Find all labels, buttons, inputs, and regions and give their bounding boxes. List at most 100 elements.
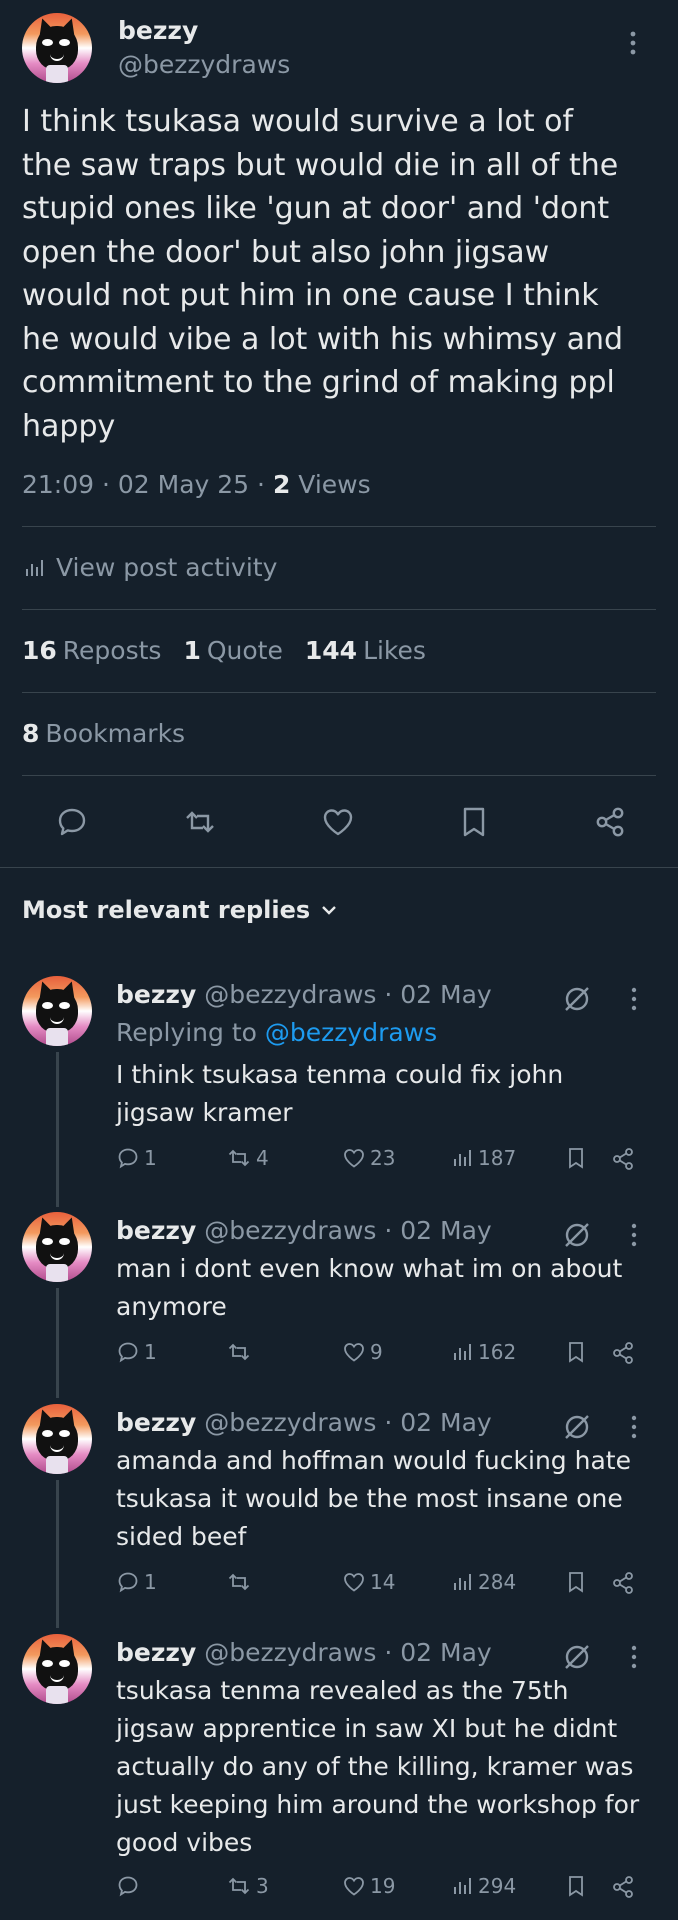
avatar[interactable] — [22, 13, 92, 83]
reply-icon — [118, 1876, 138, 1897]
analytics-icon — [454, 1344, 471, 1360]
view-post-activity-link[interactable]: View post activity — [22, 553, 277, 582]
like-count[interactable]: 14 — [342, 1570, 395, 1594]
post-text: I think tsukasa would survive a lot of t… — [22, 100, 656, 448]
like-count[interactable]: 23 — [342, 1146, 395, 1170]
reply-icon — [118, 1342, 138, 1363]
analytics-icon — [454, 1574, 471, 1590]
post-action-bar — [0, 800, 678, 850]
views-count[interactable]: 294 — [450, 1874, 516, 1898]
more-options-icon[interactable] — [624, 1642, 644, 1672]
like-icon — [344, 1149, 364, 1168]
like-count[interactable]: 9 — [342, 1340, 383, 1364]
bookmarks-stat[interactable]: 8 Bookmarks — [22, 719, 185, 748]
grok-icon[interactable] — [562, 984, 592, 1014]
reply-icon — [118, 1572, 138, 1593]
more-options-icon[interactable] — [618, 28, 648, 58]
bookmark-icon[interactable] — [564, 1874, 588, 1898]
avatar[interactable] — [22, 1404, 92, 1474]
bookmark-icon[interactable] — [564, 1340, 588, 1364]
views-label: Views — [298, 470, 371, 499]
post-text-line: he would vibe a lot with his whimsy and — [22, 321, 624, 357]
divider — [22, 609, 656, 610]
avatar[interactable] — [22, 1212, 92, 1282]
handle-date: @bezzydraws · 02 May — [204, 980, 492, 1009]
repost-count[interactable]: 4 — [226, 1146, 269, 1170]
repost-count[interactable]: 3 — [226, 1874, 269, 1898]
more-options-icon[interactable] — [624, 984, 644, 1014]
repost-count[interactable] — [226, 1570, 256, 1594]
analytics-icon — [454, 1878, 471, 1894]
author-name[interactable]: bezzy — [116, 1408, 196, 1437]
share-icon[interactable] — [610, 1340, 636, 1366]
reply-action-bar: 1 4 23 187 — [116, 1146, 661, 1182]
views-count[interactable]: 187 — [450, 1146, 516, 1170]
reply-header: bezzy @bezzydraws · 02 May — [116, 1408, 492, 1437]
section-divider — [0, 867, 678, 868]
post-meta: 21:09 · 02 May 25 · 2 Views — [22, 470, 371, 499]
reply-icon[interactable] — [50, 800, 94, 844]
more-options-icon[interactable] — [624, 1220, 644, 1250]
activity-label: View post activity — [56, 553, 278, 582]
reply-action-bar: 1 9 162 — [116, 1340, 661, 1376]
handle-date: @bezzydraws · 02 May — [204, 1408, 492, 1437]
views-count: 2 — [272, 470, 291, 499]
author-name[interactable]: bezzy — [116, 1216, 196, 1245]
engagement-stats: 16 Reposts 1 Quote 144 Likes — [22, 636, 426, 665]
divider — [22, 775, 656, 776]
reply-text: man i dont even know what im on about an… — [116, 1254, 623, 1321]
divider — [22, 526, 656, 527]
author-name[interactable]: bezzy — [116, 980, 196, 1009]
share-icon[interactable] — [610, 1874, 636, 1900]
thread-line — [56, 1288, 59, 1398]
share-icon[interactable] — [610, 1146, 636, 1172]
post-text-line: would not put him in one cause I think — [22, 278, 599, 313]
like-icon — [344, 1877, 364, 1896]
share-icon[interactable] — [610, 1570, 636, 1596]
like-icon — [344, 1343, 364, 1362]
reply-sort-dropdown[interactable]: Most relevant replies — [22, 896, 338, 924]
thread-line — [56, 1052, 59, 1207]
reply-count[interactable] — [116, 1874, 144, 1898]
replying-to-link[interactable]: @bezzydraws — [265, 1018, 437, 1047]
grok-icon[interactable] — [562, 1642, 592, 1672]
reply-count[interactable]: 1 — [116, 1570, 157, 1594]
likes-stat[interactable]: 144 Likes — [305, 636, 426, 665]
bookmark-icon[interactable] — [564, 1570, 588, 1594]
like-icon — [344, 1573, 364, 1592]
reply-action-bar: 3 19 294 — [116, 1874, 661, 1910]
views-count[interactable]: 162 — [450, 1340, 516, 1364]
views-count[interactable]: 284 — [450, 1570, 516, 1594]
quotes-stat[interactable]: 1 Quote — [183, 636, 282, 665]
repost-icon[interactable] — [178, 800, 222, 844]
handle-date: @bezzydraws · 02 May — [204, 1216, 492, 1245]
avatar[interactable] — [22, 976, 92, 1046]
thread-line — [56, 1480, 59, 1628]
like-icon[interactable] — [316, 800, 360, 844]
handle-date: @bezzydraws · 02 May — [204, 1638, 492, 1667]
reply-count[interactable]: 1 — [116, 1340, 157, 1364]
post-text-line: the saw traps but would die in all of th… — [22, 147, 619, 183]
grok-icon[interactable] — [562, 1412, 592, 1442]
grok-icon[interactable] — [562, 1220, 592, 1250]
share-icon[interactable] — [588, 800, 632, 844]
avatar[interactable] — [22, 1634, 92, 1704]
reply-text: tsukasa tenma revealed as the 75th jigsa… — [116, 1676, 640, 1857]
reply-header: bezzy @bezzydraws · 02 May — [116, 1216, 492, 1245]
reply-header: bezzy @bezzydraws · 02 May — [116, 1638, 492, 1667]
repost-count[interactable] — [226, 1340, 256, 1364]
post-timestamp[interactable]: 21:09 · 02 May 25 · — [22, 470, 265, 499]
reply-header: bezzy @bezzydraws · 02 May — [116, 980, 492, 1009]
bookmark-icon[interactable] — [452, 800, 496, 844]
sort-label: Most relevant replies — [22, 896, 311, 924]
reposts-stat[interactable]: 16 Reposts — [22, 636, 161, 665]
post-text-line: happy — [22, 408, 116, 444]
author-name[interactable]: bezzy — [116, 1638, 196, 1667]
author-handle[interactable]: @bezzydraws — [118, 50, 290, 79]
bookmark-icon[interactable] — [564, 1146, 588, 1170]
like-count[interactable]: 19 — [342, 1874, 395, 1898]
post-text-line: open the door' but also john jigsaw — [22, 234, 550, 270]
author-name[interactable]: bezzy — [118, 16, 198, 45]
more-options-icon[interactable] — [624, 1412, 644, 1442]
reply-count[interactable]: 1 — [116, 1146, 157, 1170]
